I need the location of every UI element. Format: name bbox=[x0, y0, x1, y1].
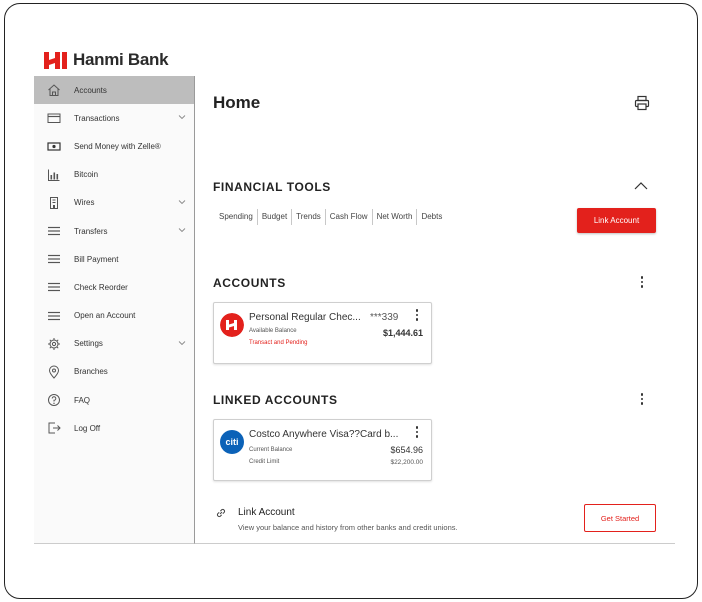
link-account-description: View your balance and history from other… bbox=[238, 523, 458, 532]
sidebar-item-faq[interactable]: FAQ bbox=[34, 386, 194, 414]
home-icon bbox=[46, 83, 61, 98]
question-icon bbox=[46, 393, 61, 408]
financial-tools-tabs: Spending Budget Trends Cash Flow Net Wor… bbox=[217, 209, 446, 225]
account-balance: $1,444.61 bbox=[382, 328, 423, 338]
sidebar-item-zelle[interactable]: Send Money with Zelle® bbox=[34, 132, 194, 160]
account-more-icon[interactable] bbox=[414, 309, 420, 323]
link-chain-icon bbox=[216, 508, 226, 518]
hanmi-account-logo-icon bbox=[220, 313, 244, 337]
menu-icon bbox=[46, 308, 61, 323]
menu-icon bbox=[46, 224, 61, 239]
tool-net-worth[interactable]: Net Worth bbox=[373, 209, 418, 225]
sidebar-item-label: Send Money with Zelle® bbox=[74, 141, 161, 151]
linked-accounts-more-icon[interactable] bbox=[639, 393, 645, 407]
sidebar-item-label: Check Reorder bbox=[74, 282, 128, 292]
tool-spending[interactable]: Spending bbox=[217, 209, 258, 225]
balance-label: Available Balance bbox=[249, 328, 297, 334]
bank-name: Hanmi Bank bbox=[73, 50, 169, 69]
sidebar-item-label: Accounts bbox=[74, 85, 107, 95]
sidebar-item-label: Log Off bbox=[74, 423, 101, 433]
sidebar-item-label: Settings bbox=[74, 339, 103, 349]
chart-icon bbox=[46, 167, 61, 182]
tool-cash-flow[interactable]: Cash Flow bbox=[326, 209, 373, 225]
sidebar-item-accounts[interactable]: Accounts bbox=[34, 76, 194, 105]
sidebar-item-label: Wires bbox=[74, 198, 95, 208]
linked-accounts-title: LINKED ACCOUNTS bbox=[213, 393, 338, 407]
chevron-down-icon[interactable] bbox=[178, 339, 186, 347]
sidebar-item-label: Open an Account bbox=[74, 311, 136, 321]
sidebar-item-label: Branches bbox=[74, 367, 108, 377]
sidebar-item-label: FAQ bbox=[74, 395, 91, 405]
page-title: Home bbox=[213, 93, 261, 112]
account-card[interactable]: Personal Regular Chec... ***339 Availabl… bbox=[213, 302, 432, 364]
sidebar-item-open-account[interactable]: Open an Account bbox=[34, 302, 194, 330]
hanmi-logo-icon bbox=[44, 52, 67, 69]
sidebar-item-settings[interactable]: Settings bbox=[34, 330, 194, 358]
sidebar-nav: Accounts Transactions Send Money with Ze… bbox=[34, 76, 195, 544]
linked-account-balance: $654.96 bbox=[390, 445, 423, 455]
app-window: Hanmi Bank Accounts Transactions Send Mo… bbox=[34, 42, 675, 544]
credit-limit-value: $22,200.00 bbox=[390, 459, 423, 466]
link-account-title: Link Account bbox=[238, 507, 295, 518]
account-name: Personal Regular Chec... bbox=[249, 312, 361, 323]
chevron-down-icon[interactable] bbox=[178, 113, 186, 121]
print-icon[interactable] bbox=[634, 95, 650, 111]
get-started-button[interactable]: Get Started bbox=[584, 504, 656, 532]
sidebar-item-log-off[interactable]: Log Off bbox=[34, 414, 194, 442]
sidebar-item-label: Transfers bbox=[74, 226, 108, 236]
sidebar-item-label: Transactions bbox=[74, 113, 120, 123]
sidebar-item-label: Bitcoin bbox=[74, 170, 99, 180]
accounts-more-icon[interactable] bbox=[639, 276, 645, 290]
bank-logo[interactable]: Hanmi Bank bbox=[43, 48, 169, 72]
sidebar-item-bitcoin[interactable]: Bitcoin bbox=[34, 161, 194, 189]
tool-budget[interactable]: Budget bbox=[258, 209, 293, 225]
main-content: Home FINANCIAL TOOLS Spending Budget Tre… bbox=[195, 76, 675, 544]
sidebar-item-transactions[interactable]: Transactions bbox=[34, 104, 194, 132]
location-pin-icon bbox=[46, 364, 61, 379]
tool-trends[interactable]: Trends bbox=[292, 209, 326, 225]
link-account-button[interactable]: Link Account bbox=[577, 208, 656, 233]
tool-debts[interactable]: Debts bbox=[417, 209, 446, 225]
current-balance-label: Current Balance bbox=[249, 447, 293, 453]
card-icon bbox=[46, 111, 61, 126]
credit-limit-label: Credit Limit bbox=[249, 459, 280, 465]
account-status: Transact and Pending bbox=[249, 340, 308, 346]
linked-account-name: Costco Anywhere Visa??Card b... bbox=[249, 429, 399, 440]
linked-account-more-icon[interactable] bbox=[414, 426, 420, 440]
gear-icon bbox=[46, 336, 61, 351]
logout-icon bbox=[46, 421, 61, 436]
citi-logo-icon: citi bbox=[220, 430, 244, 454]
sidebar-item-wires[interactable]: Wires bbox=[34, 189, 194, 217]
chevron-down-icon[interactable] bbox=[178, 226, 186, 234]
accounts-title: ACCOUNTS bbox=[213, 276, 286, 290]
sidebar-item-label: Bill Payment bbox=[74, 254, 119, 264]
account-number: ***339 bbox=[370, 312, 399, 323]
sidebar-item-transfers[interactable]: Transfers bbox=[34, 217, 194, 245]
chevron-down-icon[interactable] bbox=[178, 198, 186, 206]
sidebar-item-branches[interactable]: Branches bbox=[34, 358, 194, 386]
building-icon bbox=[46, 195, 61, 210]
sidebar-item-check-reorder[interactable]: Check Reorder bbox=[34, 273, 194, 301]
menu-icon bbox=[46, 280, 61, 295]
financial-tools-title: FINANCIAL TOOLS bbox=[213, 180, 331, 194]
linked-account-card[interactable]: citi Costco Anywhere Visa??Card b... Cur… bbox=[213, 419, 432, 481]
money-icon bbox=[46, 139, 61, 154]
menu-icon bbox=[46, 252, 61, 267]
chevron-up-icon[interactable] bbox=[633, 180, 649, 192]
sidebar-item-bill-payment[interactable]: Bill Payment bbox=[34, 245, 194, 273]
